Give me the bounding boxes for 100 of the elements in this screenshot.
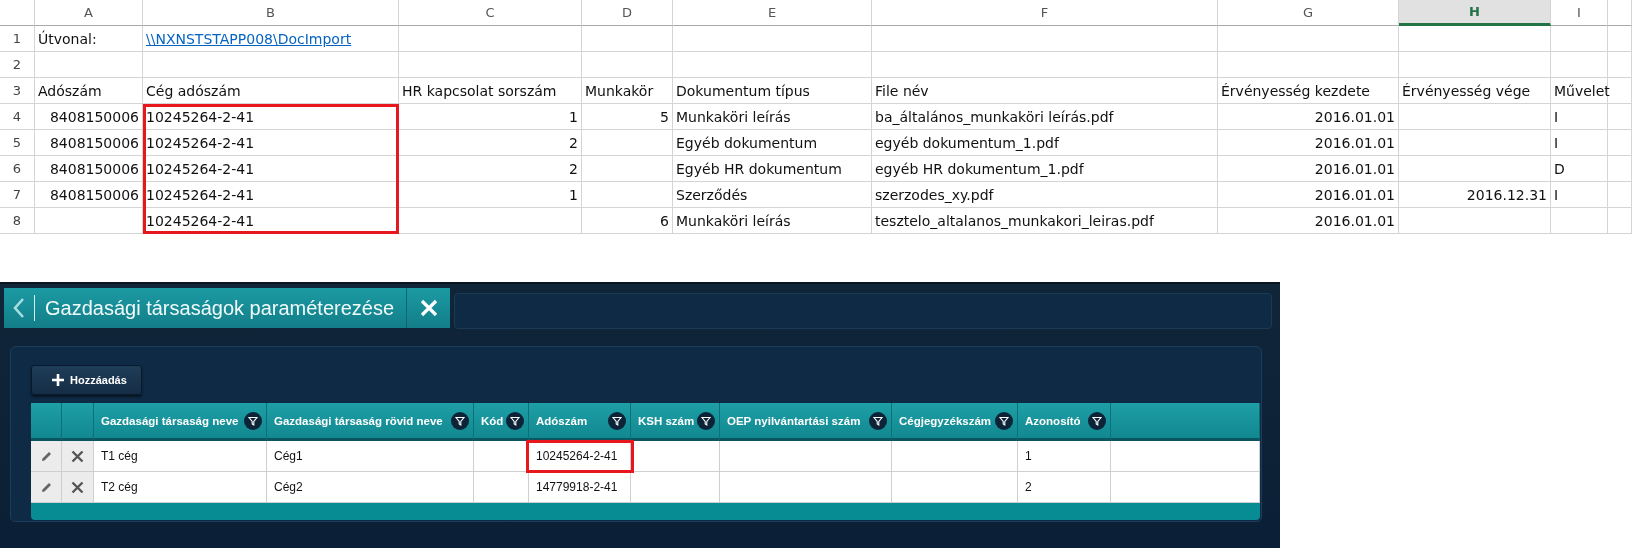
table-cell — [474, 441, 529, 472]
pencil-icon — [39, 449, 53, 463]
sheet-corner — [0, 0, 35, 26]
column-header[interactable]: C — [399, 0, 582, 26]
column-label: OEP nyilvántartási szám — [727, 414, 861, 427]
table-cell: 10245264-2-41 — [143, 208, 399, 234]
filter-icon[interactable] — [1088, 411, 1106, 430]
delete-button[interactable] — [62, 472, 94, 503]
row-number[interactable]: 3 — [0, 78, 35, 104]
table-cell: T1 cég — [94, 441, 267, 472]
column-header[interactable]: D — [582, 0, 673, 26]
table-cell: 2016.01.01 — [1218, 130, 1399, 156]
table-cell: Egyéb dokumentum — [673, 130, 872, 156]
delete-button[interactable] — [62, 441, 94, 472]
filter-icon[interactable] — [451, 411, 469, 430]
table-cell: 2016.01.01 — [1218, 104, 1399, 130]
close-icon — [419, 299, 438, 317]
table-cell: 1 — [399, 182, 582, 208]
table-cell: 2 — [399, 156, 582, 182]
table-cell: 8408150006 — [35, 130, 143, 156]
column-header[interactable]: Gazdasági társaság rövid neve — [267, 403, 474, 441]
edit-button[interactable] — [31, 472, 62, 503]
table-cell: szerzodes_xy.pdf — [872, 182, 1218, 208]
page-tab[interactable]: Gazdasági társaságok paraméterezése — [4, 288, 451, 328]
table-cell — [1608, 26, 1632, 52]
table-cell: File név — [872, 78, 1218, 104]
table-cell: Cég1 — [267, 441, 474, 472]
table-cell: I — [1551, 104, 1608, 130]
row-number[interactable]: 8 — [0, 208, 35, 234]
table-cell: egyéb HR dokumentum_1.pdf — [872, 156, 1218, 182]
table-cell: 2016.01.01 — [1218, 156, 1399, 182]
table-cell: 8408150006 — [35, 104, 143, 130]
column-header[interactable]: Kód — [474, 403, 529, 441]
table-cell: Érvényesség kezdete — [1218, 78, 1399, 104]
table-cell: Munkaköri leírás — [673, 208, 872, 234]
table-cell: 10245264-2-41 — [143, 104, 399, 130]
column-header[interactable]: Adószám — [529, 403, 631, 441]
column-label: Kód — [481, 414, 504, 427]
column-header[interactable]: F — [872, 0, 1218, 26]
filter-icon[interactable] — [869, 411, 887, 430]
column-header[interactable]: Gazdasági társaság neve — [94, 403, 267, 441]
table-cell — [1551, 26, 1608, 52]
table-cell: HR kapcsolat sorszám — [399, 78, 582, 104]
row-number[interactable]: 5 — [0, 130, 35, 156]
table-cell: 2016.12.31 — [1399, 182, 1551, 208]
table-cell: 8408150006 — [35, 156, 143, 182]
table-cell: 2 — [399, 130, 582, 156]
column-header[interactable]: A — [35, 0, 143, 26]
table-cell — [1608, 78, 1632, 104]
filter-icon[interactable] — [608, 411, 626, 430]
table-cell: 10245264-2-41 — [143, 130, 399, 156]
column-header[interactable]: OEP nyilvántartási szám — [720, 403, 892, 441]
table-cell: 1 — [1018, 441, 1111, 472]
column-label: Gazdasági társaság neve — [101, 414, 239, 427]
column-label: Cégjegyzékszám — [899, 414, 992, 427]
table-cell: 1 — [399, 104, 582, 130]
table-cell — [1551, 208, 1608, 234]
table-cell: Munkakör — [582, 78, 673, 104]
column-header[interactable]: H — [1399, 0, 1551, 26]
table-cell: Művelet — [1551, 78, 1608, 104]
filter-icon[interactable] — [697, 411, 715, 430]
add-button[interactable]: Hozzáadás — [31, 365, 142, 395]
table-cell: 10245264-2-41 — [143, 156, 399, 182]
column-header[interactable]: B — [143, 0, 399, 26]
column-header[interactable]: Azonosító — [1018, 403, 1111, 441]
column-header[interactable]: E — [673, 0, 872, 26]
row-number[interactable]: 2 — [0, 52, 35, 78]
table-cell: I — [1551, 130, 1608, 156]
table-cell — [474, 472, 529, 503]
table-cell: Cég adószám — [143, 78, 399, 104]
column-header[interactable]: G — [1218, 0, 1399, 26]
pencil-icon — [39, 480, 53, 494]
path-link[interactable]: \\NXNSTSTAPP008\DocImport — [146, 30, 352, 47]
table-cell — [1608, 52, 1632, 78]
table-cell: T2 cég — [94, 472, 267, 503]
column-label: Adószám — [536, 414, 588, 427]
column-label: Gazdasági társaság rövid neve — [274, 414, 443, 427]
table-cell: 2016.01.01 — [1218, 182, 1399, 208]
table-cell: 6 — [582, 208, 673, 234]
column-header[interactable]: Cégjegyzékszám — [892, 403, 1018, 441]
table-cell: Útvonal: — [35, 26, 143, 52]
table-cell — [1608, 156, 1632, 182]
filter-icon[interactable] — [506, 411, 524, 430]
delete-icon — [71, 449, 84, 463]
row-number[interactable]: 4 — [0, 104, 35, 130]
table-cell: ba_általános_munkaköri leírás.pdf — [872, 104, 1218, 130]
table-cell: 5 — [582, 104, 673, 130]
edit-button[interactable] — [31, 441, 62, 472]
table-cell: Érvényesség vége — [1399, 78, 1551, 104]
table-cell: I — [1551, 182, 1608, 208]
table-cell — [1551, 52, 1608, 78]
row-number[interactable]: 1 — [0, 26, 35, 52]
filter-icon[interactable] — [244, 411, 262, 430]
column-header[interactable]: KSH szám — [631, 403, 720, 441]
filter-icon[interactable] — [995, 411, 1013, 430]
row-number[interactable]: 6 — [0, 156, 35, 182]
row-number[interactable]: 7 — [0, 182, 35, 208]
table-cell — [1608, 208, 1632, 234]
column-header[interactable]: I — [1551, 0, 1608, 26]
table-cell: 14779918-2-41 — [529, 472, 631, 503]
